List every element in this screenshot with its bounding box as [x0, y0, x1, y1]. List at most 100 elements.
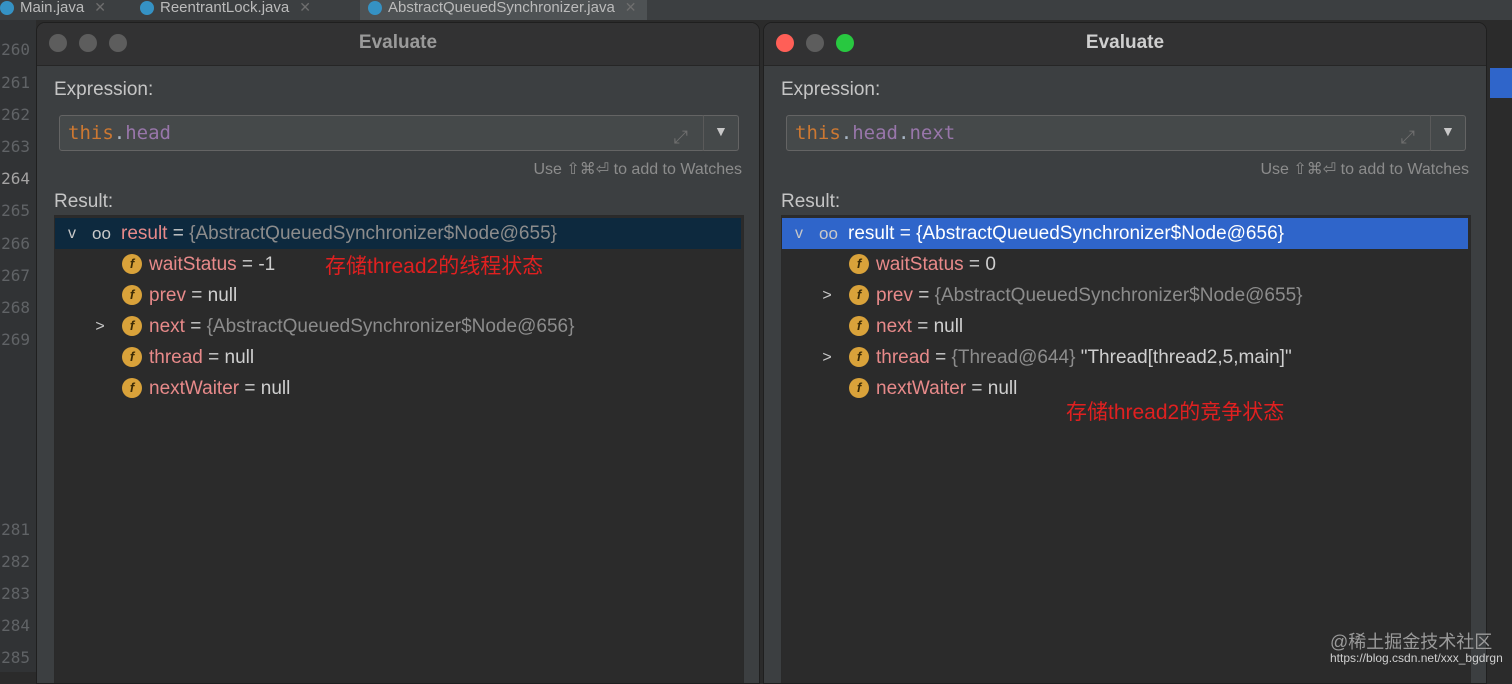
field-name: next	[876, 316, 912, 337]
tab-label: Main.java	[20, 0, 85, 16]
tree-row[interactable]: f next = null	[782, 311, 1468, 342]
field-value: null	[987, 378, 1018, 399]
chevron-down-icon[interactable]: v	[65, 218, 79, 249]
field-value: 0	[985, 254, 996, 275]
field-name: nextWaiter	[149, 378, 240, 399]
line-number: 285	[1, 648, 30, 667]
close-icon[interactable]: ✕	[625, 0, 637, 16]
expression-field: head	[852, 122, 898, 144]
variable-name: result	[121, 223, 168, 244]
tab-label: AbstractQueuedSynchronizer.java	[388, 0, 615, 16]
field-icon: f	[849, 285, 869, 305]
field-value: "Thread[thread2,5,main]"	[1075, 347, 1292, 368]
tree-row[interactable]: f waitStatus = 0	[782, 249, 1468, 280]
variable-value: {AbstractQueuedSynchronizer$Node@655}	[189, 223, 557, 244]
line-number: 266	[1, 234, 30, 253]
object-ref: {Thread@644}	[951, 347, 1076, 368]
line-number: 282	[1, 552, 30, 571]
expand-icon[interactable]: ⤢	[1401, 121, 1415, 155]
editor-background	[1486, 20, 1512, 672]
watermark-url: https://blog.csdn.net/xxx_bgdrgn	[1330, 651, 1503, 665]
object-ref: {AbstractQueuedSynchronizer$Node@655}	[934, 285, 1303, 306]
line-number: 281	[1, 520, 30, 539]
field-icon: f	[122, 316, 142, 336]
field-value: null	[933, 316, 964, 337]
expression-dot: .	[897, 122, 910, 144]
field-icon: f	[122, 285, 142, 305]
editor-tab-bar: Main.java ✕ ReentrantLock.java ✕ Abstrac…	[0, 0, 1512, 20]
dialog-title: Evaluate	[358, 32, 438, 53]
expression-keyword: this	[68, 122, 114, 144]
tree-row-root[interactable]: v oo result = {AbstractQueuedSynchronize…	[782, 218, 1468, 249]
chevron-right-icon[interactable]: >	[93, 311, 107, 342]
line-number: 267	[1, 266, 30, 285]
equals-sign: =	[929, 347, 952, 368]
tab-main-java[interactable]: Main.java ✕	[0, 0, 106, 20]
field-name: prev	[149, 285, 186, 306]
line-number: 263	[1, 137, 30, 156]
expression-dot: .	[113, 122, 126, 144]
tree-row[interactable]: > f next = {AbstractQueuedSynchronizer$N…	[55, 311, 741, 342]
field-icon: f	[122, 347, 142, 367]
expression-label: Expression:	[54, 79, 154, 100]
tree-row[interactable]: f nextWaiter = null	[55, 373, 741, 404]
line-number: 260	[1, 40, 30, 59]
tab-reentrantlock-java[interactable]: ReentrantLock.java ✕	[140, 0, 311, 20]
chevron-down-icon: ▼	[714, 123, 728, 139]
java-class-icon	[140, 1, 154, 15]
dialog-titlebar: Evaluate	[37, 23, 759, 66]
tree-row[interactable]: f prev = null	[55, 280, 741, 311]
equals-sign: =	[966, 378, 988, 399]
variable-name: result	[848, 223, 895, 244]
tree-row[interactable]: f thread = null	[55, 342, 741, 373]
history-dropdown-button[interactable]: ▼	[1430, 115, 1466, 151]
field-value: -1	[258, 254, 276, 275]
line-number: 265	[1, 201, 30, 220]
expression-input[interactable]: this.head.next ⤢	[786, 115, 1432, 151]
watches-hint: Use ⇧⌘⏎ to add to Watches	[533, 161, 742, 178]
line-number: 283	[1, 584, 30, 603]
close-icon[interactable]: ✕	[94, 0, 106, 16]
java-class-icon	[368, 1, 382, 15]
dialog-titlebar: Evaluate	[764, 23, 1486, 66]
equals-sign: =	[239, 378, 261, 399]
chevron-down-icon[interactable]: v	[792, 218, 806, 249]
result-tree: v oo result = {AbstractQueuedSynchronize…	[781, 215, 1471, 683]
line-number: 268	[1, 298, 30, 317]
dialog-title: Evaluate	[1085, 32, 1165, 53]
line-number: 261	[1, 73, 30, 92]
tab-aqs-java[interactable]: AbstractQueuedSynchronizer.java ✕	[360, 0, 647, 20]
expression-keyword: this	[795, 122, 841, 144]
evaluate-dialog-left: Evaluate Expression: this.head ⤢ ▼ Use ⇧…	[36, 22, 760, 684]
annotation-text: 存储thread2的竞争状态	[1066, 401, 1285, 424]
chevron-right-icon[interactable]: >	[820, 280, 834, 311]
expression-field: next	[909, 122, 956, 144]
equals-sign: =	[236, 254, 259, 275]
line-number: 284	[1, 616, 30, 635]
tab-label: ReentrantLock.java	[160, 0, 290, 16]
watch-glasses-icon: oo	[819, 224, 838, 243]
tree-row[interactable]: > f prev = {AbstractQueuedSynchronizer$N…	[782, 280, 1468, 311]
tree-row-root[interactable]: v oo result = {AbstractQueuedSynchronize…	[55, 218, 741, 249]
equals-sign: =	[184, 316, 207, 337]
close-icon[interactable]: ✕	[299, 0, 311, 16]
field-name: thread	[149, 347, 203, 368]
annotation-text: 存储thread2的线程状态	[325, 255, 544, 278]
chevron-right-icon[interactable]: >	[820, 342, 834, 373]
tree-row[interactable]: > f thread = {Thread@644} "Thread[thread…	[782, 342, 1468, 373]
history-dropdown-button[interactable]: ▼	[703, 115, 739, 151]
equals-sign: =	[894, 223, 917, 244]
equals-sign: =	[963, 254, 986, 275]
line-number: 262	[1, 105, 30, 124]
expression-label: Expression:	[781, 79, 881, 100]
expand-icon[interactable]: ⤢	[674, 121, 688, 155]
equals-sign: =	[202, 347, 225, 368]
field-name: next	[149, 316, 185, 337]
line-number: 264	[1, 169, 30, 188]
field-icon: f	[849, 254, 869, 274]
expression-dot: .	[840, 122, 853, 144]
evaluate-dialog-right: Evaluate Expression: this.head.next ⤢ ▼ …	[763, 22, 1487, 684]
expression-input[interactable]: this.head ⤢	[59, 115, 705, 151]
equals-sign: =	[167, 223, 190, 244]
field-value: null	[260, 378, 291, 399]
